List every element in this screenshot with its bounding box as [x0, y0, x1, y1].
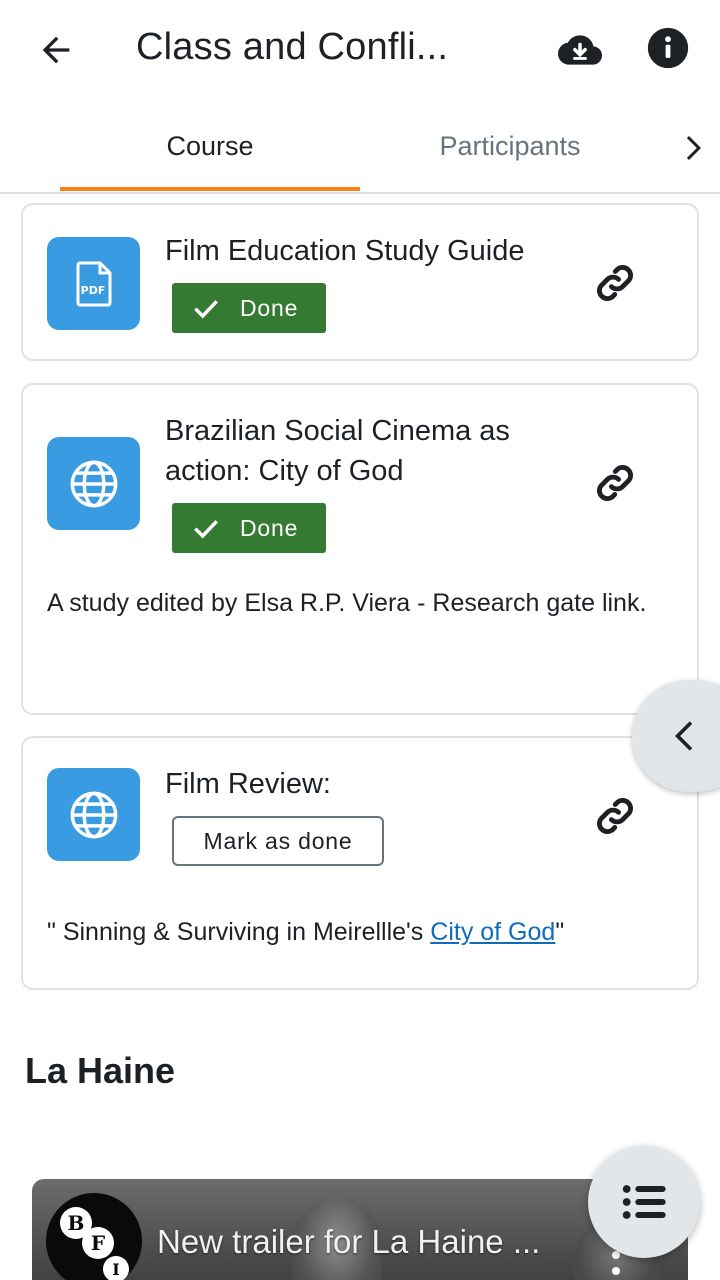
activity-title[interactable]: Film Review:: [165, 764, 585, 804]
completion-label: Done: [240, 514, 299, 541]
channel-logo[interactable]: B F I: [46, 1193, 142, 1280]
completion-done-badge: Done: [172, 283, 326, 333]
info-icon: [647, 27, 689, 69]
activity-link-button[interactable]: [589, 257, 641, 309]
activity-link-button[interactable]: [589, 790, 641, 842]
list-icon: [622, 1185, 666, 1219]
video-title[interactable]: New trailer for La Haine ...: [157, 1223, 577, 1261]
link-icon: [597, 265, 633, 301]
back-button[interactable]: [30, 24, 82, 76]
description-link[interactable]: City of God: [430, 918, 555, 946]
globe-icon: [70, 460, 117, 507]
chevron-left-icon: [675, 721, 693, 751]
activity-icon-tile[interactable]: PDF: [47, 237, 140, 330]
section-title: La Haine: [25, 1050, 176, 1091]
activity-title[interactable]: Brazilian Social Cinema as action: City …: [165, 411, 585, 491]
activity-icon-tile[interactable]: [47, 768, 140, 861]
bfi-logo-icon: B F I: [48, 1195, 140, 1280]
logo-letter: I: [112, 1260, 119, 1279]
tab-participants[interactable]: Participants: [360, 100, 660, 192]
activity-description: A study edited by Elsa R.P. Viera - Rese…: [47, 589, 647, 617]
check-icon: [194, 520, 218, 539]
completion-label: Done: [240, 294, 299, 321]
activity-card-study-guide: PDF Film Education Study Guide Done: [21, 203, 699, 361]
activity-card-brazilian-cinema: Brazilian Social Cinema as action: City …: [21, 383, 699, 715]
description-text-end: ": [555, 918, 565, 946]
pdf-label: PDF: [80, 284, 105, 297]
logo-letter: F: [91, 1231, 105, 1255]
globe-icon: [70, 791, 117, 838]
arrow-back-icon: [42, 36, 70, 64]
logo-letter: B: [68, 1211, 85, 1235]
activity-card-film-review: Film Review: Mark as done " Sinning & Su…: [21, 736, 699, 990]
activity-icon-tile[interactable]: [47, 437, 140, 530]
description-text: " Sinning & Surviving in Meirellle's: [47, 918, 431, 946]
course-title: Class and Confli...: [136, 26, 449, 68]
completion-done-badge: Done: [172, 503, 326, 553]
active-tab-indicator: [60, 187, 360, 191]
app-bar: Class and Confli...: [0, 0, 720, 100]
tab-scroll-next-button[interactable]: [668, 124, 716, 172]
course-index-button[interactable]: [588, 1146, 700, 1258]
link-icon: [597, 798, 633, 834]
tab-course[interactable]: Course: [60, 100, 360, 192]
chevron-right-icon: [686, 136, 701, 160]
pdf-file-icon: PDF: [76, 261, 111, 306]
cloud-download-icon: [558, 35, 602, 65]
activity-link-button[interactable]: [589, 457, 641, 509]
tab-bar: Course Participants: [0, 100, 720, 194]
link-icon: [597, 465, 633, 501]
info-button[interactable]: [644, 24, 692, 72]
mark-as-done-button[interactable]: Mark as done: [172, 816, 384, 866]
activity-title[interactable]: Film Education Study Guide: [165, 231, 585, 271]
download-button[interactable]: [554, 26, 606, 74]
check-icon: [194, 300, 218, 319]
activity-description: " Sinning & Surviving in Meirellle's Cit…: [47, 912, 687, 952]
